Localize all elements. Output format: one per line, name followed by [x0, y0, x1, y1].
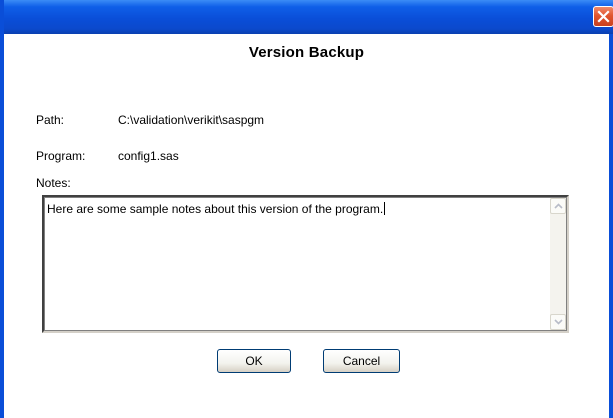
path-label: Path: [36, 113, 65, 127]
close-icon [597, 10, 610, 23]
cancel-button[interactable]: Cancel [323, 349, 400, 373]
program-value: config1.sas [118, 149, 179, 163]
notes-value: Here are some sample notes about this ve… [47, 202, 384, 216]
dialog-title: Version Backup [248, 44, 365, 61]
close-button[interactable] [593, 6, 613, 27]
notes-label: Notes: [36, 176, 71, 190]
program-label: Program: [36, 149, 86, 163]
title-bar[interactable] [4, 0, 613, 34]
chevron-down-icon [554, 319, 563, 325]
text-caret [384, 202, 386, 215]
notes-textarea[interactable]: Here are some sample notes about this ve… [42, 195, 569, 333]
notes-scrollbar[interactable] [550, 198, 566, 330]
chevron-up-icon [554, 203, 563, 209]
path-value: C:\validation\verikit\saspgm [118, 113, 265, 127]
scroll-up-button[interactable] [550, 198, 566, 214]
scroll-down-button[interactable] [550, 314, 566, 330]
notes-textarea-inner [44, 197, 567, 331]
ok-button[interactable]: OK [217, 349, 291, 373]
notes-text[interactable]: Here are some sample notes about this ve… [47, 202, 532, 216]
